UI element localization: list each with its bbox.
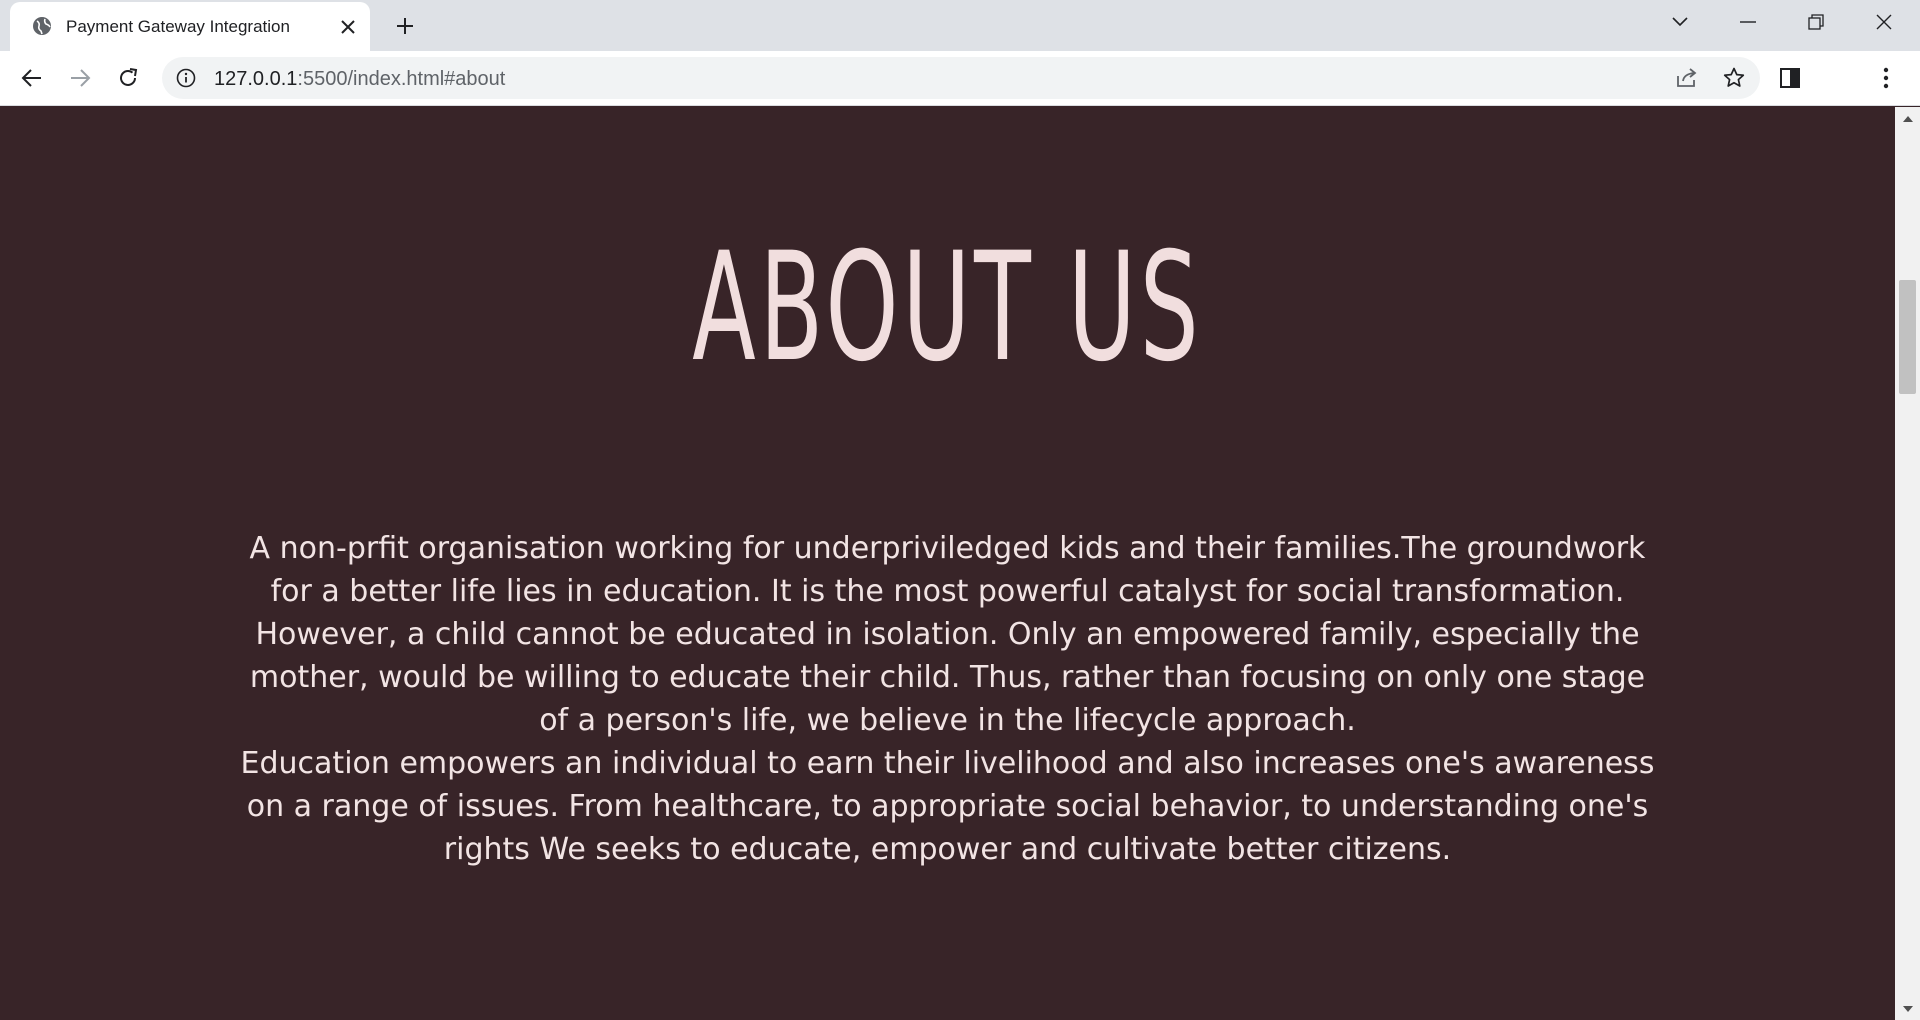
scroll-down-arrow-icon[interactable] [1895,998,1920,1020]
about-paragraph-2: Education empowers an individual to earn… [240,746,1655,867]
about-section: ABOUT US A non-prfit organisation workin… [0,107,1895,1020]
browser-toolbar: 127.0.0.1:5500/index.html#about [0,51,1920,106]
address-bar[interactable]: 127.0.0.1:5500/index.html#about [162,57,1760,99]
arrow-right-icon[interactable] [63,61,97,95]
tab-search-icon[interactable] [1646,0,1714,44]
minimize-icon[interactable] [1714,0,1782,44]
info-icon[interactable] [176,68,196,88]
star-icon[interactable] [1722,66,1746,90]
share-icon[interactable] [1674,66,1698,90]
tab-strip: Payment Gateway Integration [0,0,1920,51]
kebab-menu-icon[interactable] [1869,61,1903,95]
page-scrollbar[interactable] [1895,107,1920,1020]
about-paragraph-1: A non-prfit organisation working for und… [249,531,1646,738]
scrollbar-thumb[interactable] [1899,280,1916,394]
url-path: :5500/index.html#about [297,68,506,90]
reload-icon[interactable] [111,61,145,95]
close-tab-icon[interactable] [336,15,360,39]
restore-icon[interactable] [1782,0,1850,44]
side-panel-icon[interactable] [1773,61,1807,95]
arrow-left-icon[interactable] [15,61,49,95]
about-heading: ABOUT US [692,221,1203,395]
about-text: A non-prfit organisation working for und… [240,527,1655,871]
url-host: 127.0.0.1 [214,68,298,90]
globe-icon [32,16,52,36]
scroll-up-arrow-icon[interactable] [1895,107,1920,129]
active-tab[interactable]: Payment Gateway Integration [10,2,370,51]
url-text[interactable]: 127.0.0.1:5500/index.html#about [214,68,505,91]
new-tab-button[interactable] [388,11,422,41]
close-window-icon[interactable] [1850,0,1918,44]
tab-title: Payment Gateway Integration [66,17,290,36]
